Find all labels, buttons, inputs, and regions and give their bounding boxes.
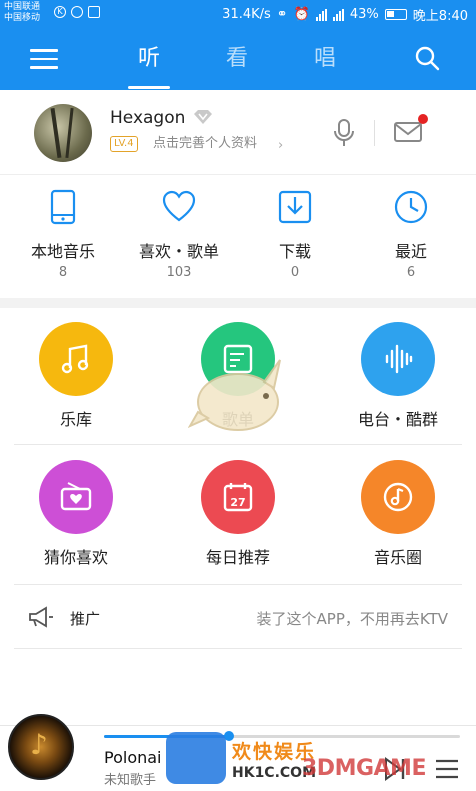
quick-label: 喜欢・歌单 bbox=[138, 242, 219, 261]
feature-label: 乐库 bbox=[59, 410, 92, 429]
feature-library[interactable]: 乐库 bbox=[6, 322, 146, 430]
quick-count: 0 bbox=[290, 265, 300, 280]
feature-daily[interactable]: 27 每日推荐 bbox=[168, 460, 308, 568]
clock-time: 晚上8:40 bbox=[412, 9, 468, 24]
song-title: Polonai bbox=[104, 748, 162, 767]
carrier-info: 中国联通 中国移动 bbox=[4, 2, 40, 24]
download-icon bbox=[278, 190, 312, 224]
app-notification-icon bbox=[88, 6, 100, 18]
feature-circle bbox=[39, 322, 113, 396]
artist-name: 未知歌手 bbox=[104, 773, 157, 788]
profile-hint[interactable]: 点击完善个人资料 bbox=[153, 136, 257, 152]
chevron-right-icon: › bbox=[278, 138, 284, 153]
quick-local-music[interactable]: 本地音乐 8 bbox=[8, 189, 118, 280]
feature-circle bbox=[361, 460, 435, 534]
signal-2-icon bbox=[332, 8, 344, 21]
divider bbox=[14, 584, 462, 585]
watermark-logo bbox=[166, 732, 226, 784]
music-note-icon bbox=[61, 344, 89, 374]
radio-icon bbox=[60, 482, 92, 511]
album-art[interactable] bbox=[8, 714, 74, 780]
carrier-1: 中国联通 bbox=[4, 2, 41, 12]
top-nav: 听 看 唱 bbox=[0, 28, 476, 90]
heart-icon bbox=[162, 190, 196, 222]
profile-card[interactable]: Hexagon LV.4 点击完善个人资料 › bbox=[0, 90, 476, 174]
calendar-icon: 27 bbox=[223, 483, 253, 512]
level-badge: LV.4 bbox=[110, 136, 138, 152]
tab-sing[interactable]: 唱 bbox=[314, 40, 336, 72]
playlist-queue-icon[interactable] bbox=[434, 758, 460, 780]
kuwo-notification-icon: K bbox=[54, 6, 66, 18]
phone-icon bbox=[50, 189, 76, 225]
watermark-brand: 3DMGAME bbox=[302, 756, 426, 781]
status-bar: 中国联通 中国移动 K 31.4K/s ⚭ ⏰ 43% 晚上8:40 bbox=[0, 0, 476, 28]
unread-badge bbox=[418, 114, 428, 124]
megaphone-icon bbox=[29, 606, 53, 628]
feature-music-circle[interactable]: 音乐圈 bbox=[328, 460, 468, 568]
headset-icon: ⚭ bbox=[276, 7, 288, 22]
soundwave-icon bbox=[385, 344, 413, 374]
search-icon[interactable] bbox=[414, 45, 440, 71]
quick-count: 8 bbox=[58, 265, 68, 280]
mascot-illustration bbox=[188, 359, 281, 431]
avatar[interactable] bbox=[34, 104, 92, 162]
mic-icon[interactable] bbox=[330, 118, 358, 148]
menu-icon[interactable] bbox=[30, 49, 58, 69]
quick-download[interactable]: 下载 0 bbox=[240, 189, 350, 280]
divider bbox=[14, 648, 462, 649]
net-speed: 31.4K/s bbox=[222, 7, 271, 22]
carrier-2: 中国移动 bbox=[4, 13, 41, 23]
cloud-notification-icon bbox=[71, 6, 83, 18]
battery-percent: 43% bbox=[349, 7, 379, 22]
tab-listen[interactable]: 听 bbox=[138, 40, 160, 72]
promo-link[interactable]: 装了这个APP，不用再去KTV bbox=[257, 608, 448, 629]
vip-diamond-icon[interactable] bbox=[192, 109, 214, 125]
battery-icon bbox=[384, 9, 407, 20]
feature-circle: 27 bbox=[201, 460, 275, 534]
quick-label: 最近 bbox=[394, 242, 427, 261]
quick-count: 103 bbox=[166, 265, 192, 280]
quick-count: 6 bbox=[406, 265, 416, 280]
alarm-icon: ⏰ bbox=[293, 7, 310, 22]
feature-guess-you-like[interactable]: 猜你喜欢 bbox=[6, 460, 146, 568]
tab-watch[interactable]: 看 bbox=[226, 40, 248, 72]
signal-icon bbox=[315, 8, 327, 21]
quick-favorites[interactable]: 喜欢・歌单 103 bbox=[124, 189, 234, 280]
feature-label: 猜你喜欢 bbox=[43, 548, 108, 567]
calendar-day: 27 bbox=[230, 496, 245, 509]
feature-circle bbox=[361, 322, 435, 396]
tab-indicator bbox=[128, 86, 170, 89]
username: Hexagon bbox=[110, 108, 186, 128]
feature-label: 每日推荐 bbox=[205, 548, 270, 567]
quick-access: 本地音乐 8 喜欢・歌单 103 下载 0 最近 6 bbox=[0, 174, 476, 298]
quick-recent[interactable]: 最近 6 bbox=[356, 189, 466, 280]
feature-label: 电台・酷群 bbox=[357, 410, 438, 429]
divider bbox=[374, 120, 375, 146]
clock-icon bbox=[394, 190, 428, 224]
music-circle-icon bbox=[383, 482, 413, 512]
feature-radio[interactable]: 电台・酷群 bbox=[328, 322, 468, 430]
divider bbox=[14, 444, 462, 445]
mail-icon[interactable] bbox=[393, 120, 423, 144]
promo-label: 推广 bbox=[70, 610, 101, 628]
quick-label: 本地音乐 bbox=[30, 242, 95, 261]
feature-label: 音乐圈 bbox=[373, 548, 422, 567]
quick-label: 下载 bbox=[278, 242, 311, 261]
feature-circle bbox=[39, 460, 113, 534]
